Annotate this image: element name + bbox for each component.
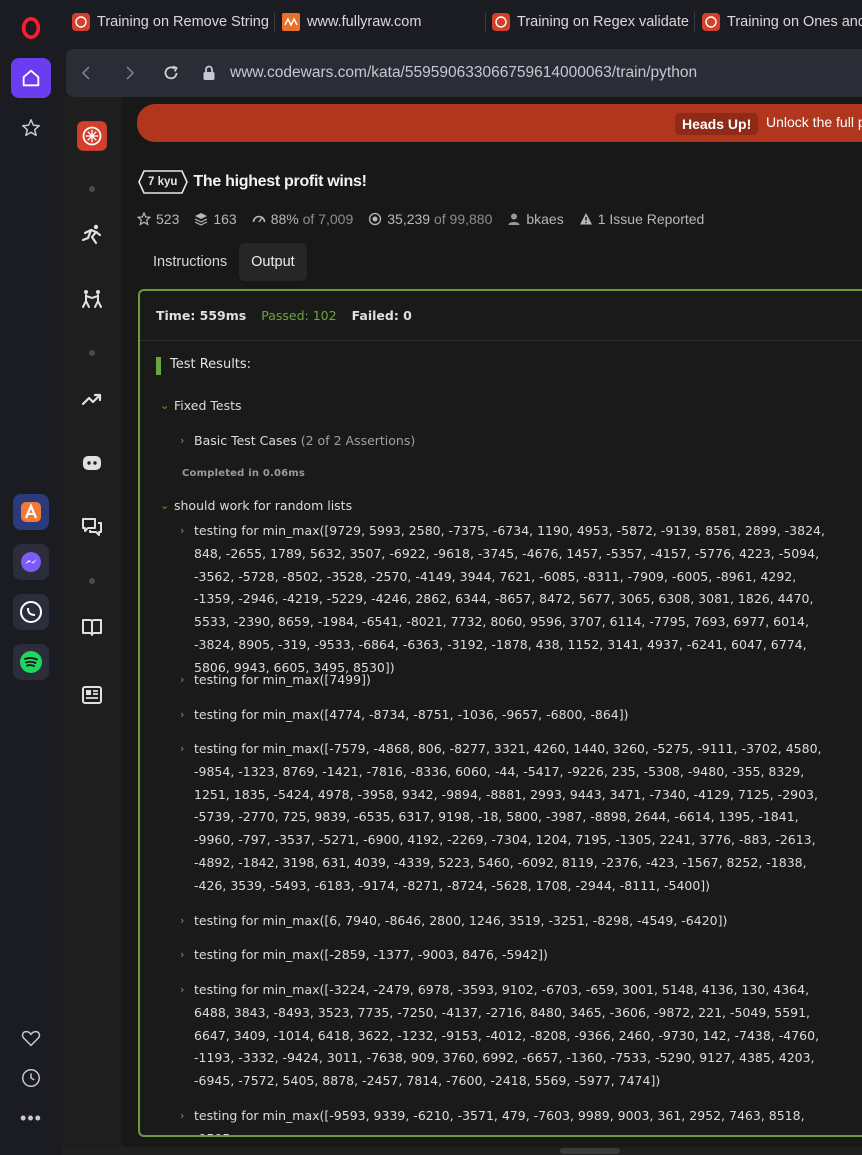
stars-count[interactable]: 523: [137, 211, 179, 227]
forward-arrow-icon[interactable]: [108, 49, 150, 97]
tab-ones-and[interactable]: Training on Ones and: [702, 8, 862, 36]
satisfaction-rating: 88% of 7,009: [252, 211, 353, 227]
test-case-row[interactable]: › testing for min_max([-7579, -4868, 806…: [180, 738, 840, 898]
codewars-logo-icon[interactable]: [74, 118, 110, 154]
spotify-icon[interactable]: [13, 644, 49, 680]
test-case-row[interactable]: › testing for min_max([4774, -8734, -875…: [180, 704, 840, 727]
aria-ai-icon[interactable]: [13, 494, 49, 530]
more-options-icon[interactable]: •••: [11, 1098, 51, 1138]
leaderboard-trend-icon[interactable]: [74, 381, 110, 417]
author-link[interactable]: bkaes: [507, 211, 564, 227]
issues-link[interactable]: 1 Issue Reported: [579, 211, 704, 227]
user-icon: [508, 213, 520, 225]
codewars-favicon-icon: [492, 13, 510, 31]
passed-stat: Passed: 102: [261, 308, 337, 323]
messenger-icon[interactable]: [13, 544, 49, 580]
browser-sidebar: •••: [0, 0, 62, 1155]
docs-book-icon[interactable]: [74, 609, 110, 645]
chevron-right-icon: ›: [180, 708, 185, 721]
target-icon: [369, 212, 382, 226]
collections-count[interactable]: 163: [194, 211, 237, 227]
practice-icon[interactable]: [74, 281, 110, 317]
test-case-row[interactable]: › testing for min_max([7499]): [180, 669, 840, 692]
address-bar: www.codewars.com/kata/559590633066759614…: [66, 49, 862, 97]
tab-fullyraw[interactable]: www.fullyraw.com: [282, 8, 472, 36]
time-stat: Time: 559ms: [156, 308, 247, 323]
gauge-icon: [252, 215, 266, 223]
heads-up-badge: Heads Up!: [675, 113, 759, 135]
chevron-right-icon: ›: [180, 434, 185, 447]
heads-up-banner[interactable]: Heads Up! Unlock the full p: [137, 104, 862, 142]
codewars-favicon-icon: [72, 13, 90, 31]
basic-test-cases[interactable]: › Basic Test Cases (2 of 2 Assertions): [180, 432, 415, 450]
star-icon: [137, 212, 151, 226]
blog-news-icon[interactable]: [74, 677, 110, 713]
tab-output[interactable]: Output: [239, 243, 307, 281]
results-title: Test Results:: [156, 357, 251, 377]
test-case-row[interactable]: › testing for min_max([-3224, -2479, 697…: [180, 979, 840, 1093]
url-field[interactable]: www.codewars.com/kata/559590633066759614…: [230, 64, 697, 82]
chevron-right-icon: ›: [180, 1109, 185, 1122]
whatsapp-icon[interactable]: [13, 594, 49, 630]
browser-tab-strip: Training on Remove String www.fullyraw.c…: [62, 0, 862, 46]
kata-title: The highest profit wins!: [193, 173, 367, 190]
bookmarks-star-icon[interactable]: [11, 108, 51, 148]
random-lists-group[interactable]: ⌄ should work for random lists: [160, 497, 352, 515]
chevron-right-icon: ›: [180, 524, 185, 537]
kyu-rank-label: 7 kyu: [148, 176, 178, 188]
chevron-down-icon: ⌄: [160, 399, 170, 412]
codewars-favicon-icon: [702, 13, 720, 31]
tab-regex-validate[interactable]: Training on Regex validate: [492, 8, 692, 36]
test-case-row[interactable]: › testing for min_max([-2859, -1377, -90…: [180, 944, 840, 967]
kata-header: 7 kyu The highest profit wins!: [137, 167, 367, 197]
history-clock-icon[interactable]: [11, 1058, 51, 1098]
chevron-right-icon: ›: [180, 948, 185, 961]
lock-icon[interactable]: [200, 64, 218, 82]
test-case-row[interactable]: › testing for min_max([9729, 5993, 2580,…: [180, 520, 840, 680]
kata-meta: 523 163 88% of 7,009 35,239 of 99,880 bk…: [137, 211, 719, 227]
warning-icon: [579, 213, 592, 225]
discord-icon[interactable]: [74, 445, 110, 481]
completed-time: Completed in 0.06ms: [182, 468, 306, 479]
kata-tabs: Instructions Output: [141, 243, 307, 281]
fullyraw-favicon-icon: [282, 13, 300, 31]
discussion-chat-icon[interactable]: [74, 509, 110, 545]
chevron-right-icon: ›: [180, 983, 185, 996]
test-case-row[interactable]: › testing for min_max([-9593, 9339, -621…: [180, 1105, 840, 1135]
back-arrow-icon[interactable]: [66, 49, 108, 97]
heart-icon[interactable]: [11, 1018, 51, 1058]
completion-count: 35,239 of 99,880: [368, 211, 492, 227]
reload-icon[interactable]: [150, 49, 192, 97]
tab-title: www.fullyraw.com: [307, 14, 422, 30]
fixed-tests-group[interactable]: ⌄ Fixed Tests: [160, 397, 242, 415]
codewars-sidebar: [62, 97, 122, 1147]
output-stats-bar: Time: 559ms Passed: 102 Failed: 0: [140, 291, 862, 341]
training-icon[interactable]: [74, 217, 110, 253]
horizontal-scrollbar[interactable]: [62, 1147, 862, 1155]
scrollbar-thumb[interactable]: [560, 1148, 620, 1154]
chevron-right-icon: ›: [180, 914, 185, 927]
home-icon[interactable]: [11, 58, 51, 98]
opera-logo-icon[interactable]: [11, 8, 51, 48]
chevron-right-icon: ›: [180, 673, 185, 686]
banner-text: Unlock the full p: [766, 114, 862, 130]
chevron-right-icon: ›: [180, 742, 185, 755]
output-panel: Time: 559ms Passed: 102 Failed: 0 Test R…: [138, 289, 862, 1137]
tab-instructions[interactable]: Instructions: [141, 243, 239, 281]
chevron-down-icon: ⌄: [160, 499, 170, 512]
test-case-row[interactable]: › testing for min_max([6, 7940, -8646, 2…: [180, 910, 840, 933]
tab-title: Training on Ones and: [727, 14, 862, 30]
tab-title: Training on Regex validate: [517, 14, 689, 30]
codewars-page: Heads Up! Unlock the full p 7 kyu The hi…: [62, 97, 862, 1147]
layers-icon: [195, 213, 208, 226]
failed-stat: Failed: 0: [351, 308, 412, 323]
tab-remove-string[interactable]: Training on Remove String: [72, 8, 272, 36]
tab-title: Training on Remove String: [97, 14, 269, 30]
kyu-rank-badge: 7 kyu: [137, 169, 188, 195]
